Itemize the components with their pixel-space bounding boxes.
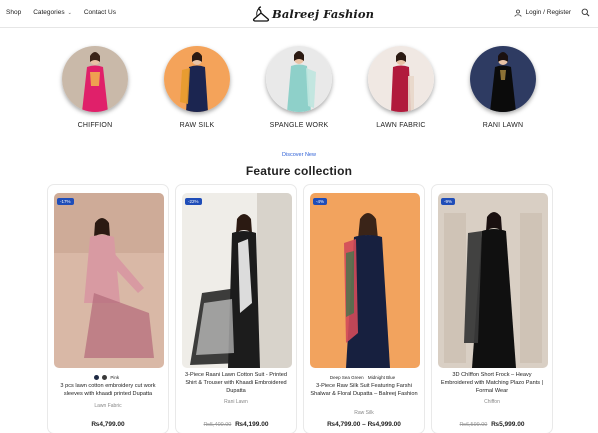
- original-price: ₨6,599.00: [459, 422, 488, 428]
- discover-new-kicker: Discover New: [282, 152, 316, 158]
- category-image: [266, 46, 332, 112]
- product-price: ₨6,599.00 ₨5,999.00: [432, 421, 552, 428]
- category-spangle-work[interactable]: SPANGLE WORK: [254, 33, 344, 129]
- user-icon: [514, 9, 523, 17]
- category-rani-lawn[interactable]: RANI LAWN: [458, 33, 548, 129]
- nav-shop-label: Shop: [6, 9, 22, 16]
- model-figure: [164, 46, 230, 112]
- model-figure: [266, 46, 332, 112]
- category-image: [62, 46, 128, 112]
- product-price: ₨4,799.00 – ₨4,999.00: [304, 421, 424, 428]
- search-icon[interactable]: [581, 8, 590, 17]
- product-image[interactable]: -4%: [310, 193, 420, 368]
- main-nav: Shop Categories ⌄ Contact Us: [6, 9, 128, 16]
- option-deep-sea-green[interactable]: Deep Sea Green: [330, 375, 364, 380]
- product-card[interactable]: -17% Pink 3 pcs lawn cotton embroidery c…: [47, 184, 169, 433]
- product-photo: [182, 193, 292, 368]
- model-figure: [470, 46, 536, 112]
- current-price: ₨4,199.00: [235, 421, 269, 428]
- product-category[interactable]: Raw Silk: [304, 410, 424, 416]
- nav-contact-label: Contact Us: [83, 9, 116, 16]
- swatch-label-pink[interactable]: Pink: [110, 375, 119, 380]
- category-label: RAW SILK: [179, 122, 215, 129]
- product-price: ₨4,799.00: [48, 421, 168, 428]
- product-grid: -17% Pink 3 pcs lawn cotton embroidery c…: [47, 184, 553, 433]
- discount-badge: -4%: [313, 198, 328, 205]
- product-card[interactable]: -4% Deep Sea Green Midnight Blue 3-Piece…: [303, 184, 425, 433]
- category-carousel: CHIFFION RAW SILK SPANGLE WORK LAWN FABR…: [0, 33, 598, 133]
- product-photo: [54, 193, 164, 368]
- model-figure: [368, 46, 434, 112]
- swatch-navy[interactable]: [93, 375, 99, 381]
- nav-shop[interactable]: Shop: [6, 9, 21, 16]
- swatch-dark[interactable]: [102, 375, 108, 381]
- product-card[interactable]: -9% 3D ChIffon Short Frock – Heavy Embro…: [431, 184, 553, 433]
- current-price: ₨5,999.00: [491, 421, 525, 428]
- product-photo: [310, 193, 420, 368]
- product-photo: [438, 193, 548, 368]
- logo-text: Balreej Fashion: [272, 7, 375, 21]
- discount-badge: -9%: [441, 198, 456, 205]
- option-midnight-blue[interactable]: Midnight Blue: [368, 375, 395, 380]
- site-header: Shop Categories ⌄ Contact Us Balreej Fash…: [0, 0, 598, 28]
- header-actions: Login / Register: [514, 8, 590, 17]
- original-price: ₨5,400.00: [203, 422, 232, 428]
- category-label: CHIFFION: [77, 122, 113, 129]
- discount-badge: -22%: [185, 198, 202, 205]
- product-card[interactable]: -22% 3-Piece Raani Lawn Cotton Suit - Pr…: [175, 184, 297, 433]
- product-price: ₨5,400.00 ₨4,199.00: [176, 421, 296, 428]
- product-category[interactable]: Rani Lawn: [176, 399, 296, 405]
- section-title: Feature collection: [245, 164, 353, 178]
- current-price: ₨4,799.00 – ₨4,999.00: [327, 421, 401, 428]
- category-chiffion[interactable]: CHIFFION: [50, 33, 140, 129]
- login-label: Login / Register: [525, 9, 571, 16]
- category-lawn-fabric[interactable]: LAWN FABRIC: [356, 33, 446, 129]
- discount-badge: -17%: [57, 198, 74, 205]
- site-logo[interactable]: Balreej Fashion: [252, 3, 374, 25]
- nav-categories[interactable]: Categories ⌄: [33, 9, 72, 16]
- product-category[interactable]: Lawn Fabric: [48, 403, 168, 409]
- current-price: ₨4,799.00: [91, 421, 125, 428]
- product-image[interactable]: -17%: [54, 193, 164, 368]
- product-title[interactable]: 3-Piece Raani Lawn Cotton Suit - Printed…: [182, 372, 290, 395]
- product-image[interactable]: -9%: [438, 193, 548, 368]
- model-figure: [62, 46, 128, 112]
- category-label: SPANGLE WORK: [269, 122, 329, 129]
- login-register-link[interactable]: Login / Register: [514, 9, 571, 17]
- category-image: [470, 46, 536, 112]
- category-raw-silk[interactable]: RAW SILK: [152, 33, 242, 129]
- category-image: [368, 46, 434, 112]
- product-category[interactable]: Chiffon: [432, 399, 552, 405]
- product-image[interactable]: -22%: [182, 193, 292, 368]
- chevron-down-icon: ⌄: [67, 9, 72, 16]
- nav-contact[interactable]: Contact Us: [84, 9, 116, 16]
- color-swatches: Pink: [48, 375, 168, 381]
- category-image: [164, 46, 230, 112]
- category-label: LAWN FABRIC: [376, 122, 426, 129]
- hanger-icon: [252, 6, 270, 22]
- product-title[interactable]: 3 pcs lawn cotton embroidery cut work sl…: [54, 383, 162, 399]
- nav-categories-label: Categories: [33, 9, 65, 16]
- product-title[interactable]: 3-Piece Raw Silk Suit Featuring Farshi S…: [310, 383, 418, 399]
- category-label: RANI LAWN: [482, 122, 524, 129]
- size-color-options: Deep Sea Green Midnight Blue: [304, 375, 424, 380]
- product-title[interactable]: 3D ChIffon Short Frock – Heavy Embroider…: [438, 372, 546, 395]
